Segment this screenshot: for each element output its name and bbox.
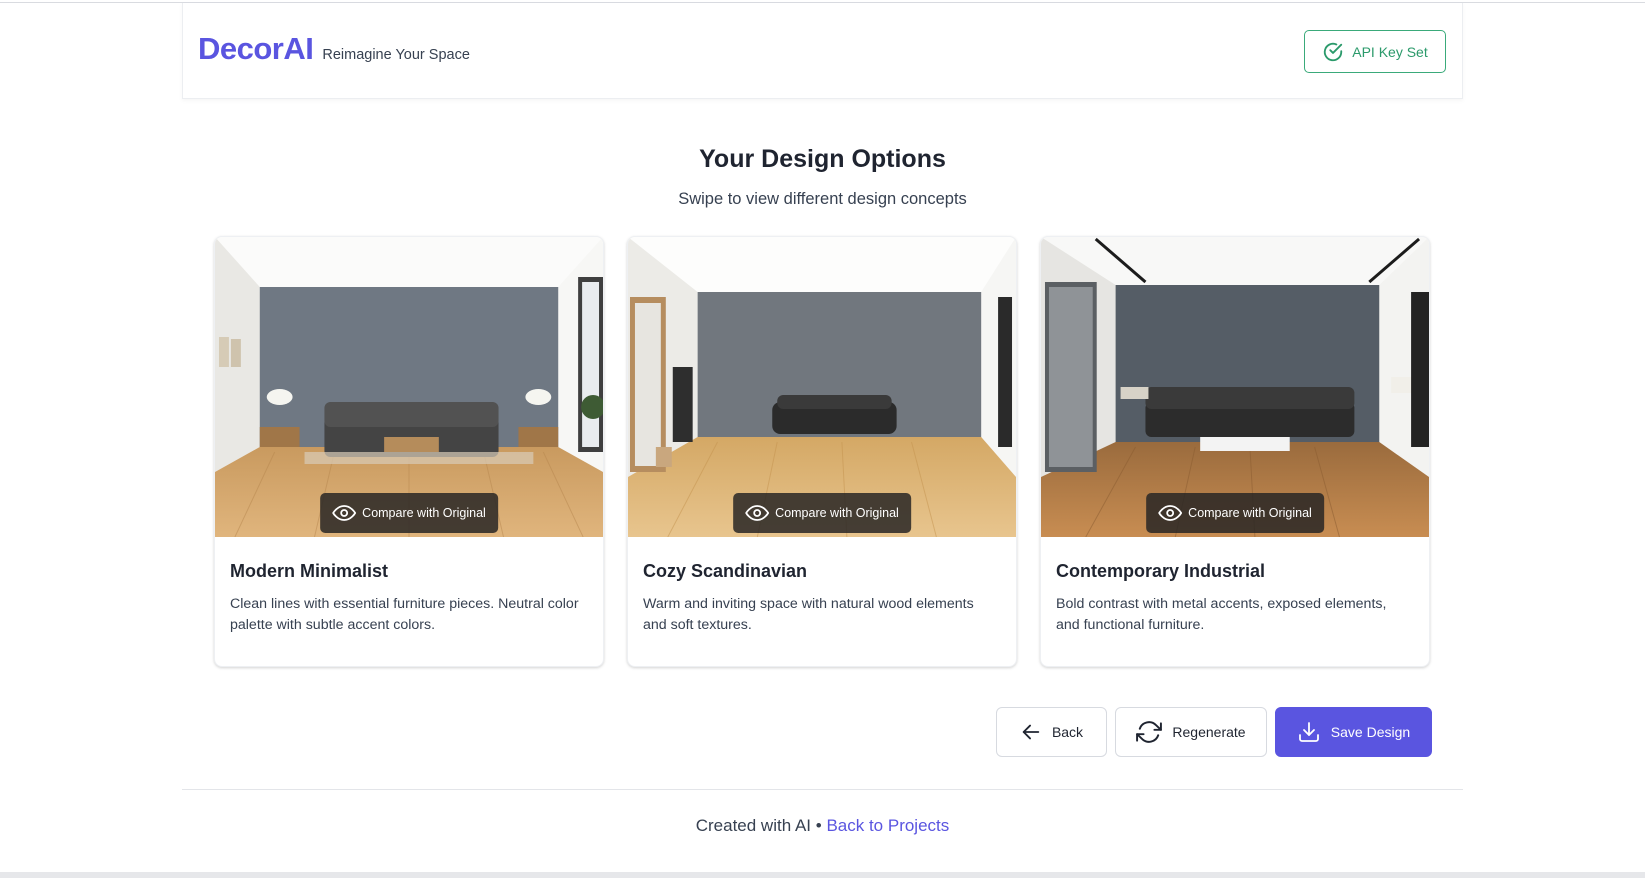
room-render-image [1041,237,1429,537]
design-title: Cozy Scandinavian [643,561,808,581]
regenerate-label: Regenerate [1172,724,1246,740]
compare-with-original-button[interactable]: Compare with Original [1146,493,1324,533]
compare-with-original-button[interactable]: Compare with Original [320,493,498,533]
design-description: Clean lines with essential furniture pie… [230,596,579,633]
back-to-projects-link[interactable]: Back to Projects [826,816,949,835]
room-render-image [215,237,603,537]
app-logo[interactable]: DecorAI [198,31,314,67]
eye-icon [745,505,770,521]
brand: DecorAI Reimagine Your Space [198,31,470,67]
design-card-contemporary-industrial[interactable]: Compare with Original Contemporary Indus… [1040,236,1430,667]
design-image[interactable]: Compare with Original [628,237,1016,537]
refresh-icon [1136,721,1163,743]
design-card-modern-minimalist[interactable]: Compare with Original Modern Minimalist … [214,236,604,667]
compare-label: Compare with Original [362,506,486,520]
design-title: Modern Minimalist [230,561,389,581]
regenerate-button[interactable]: Regenerate [1115,707,1267,757]
page-subtitle: Swipe to view different design concepts [678,190,967,208]
design-card-cozy-scandinavian[interactable]: Compare with Original Cozy Scandinavian … [627,236,1017,667]
back-label: Back [1051,724,1084,740]
save-design-label: Save Design [1330,724,1411,740]
footer-text: Created with AI • [695,816,822,835]
eye-icon [1158,505,1183,521]
back-button[interactable]: Back [996,707,1107,757]
design-image[interactable]: Compare with Original [215,237,603,537]
eye-icon [332,505,357,521]
save-design-button[interactable]: Save Design [1275,707,1432,757]
arrow-left-icon [1022,724,1040,740]
app-header: DecorAI Reimagine Your Space API Key Set [182,3,1463,99]
download-icon [1298,722,1319,742]
page-title: Your Design Options [699,145,946,173]
design-description: Bold contrast with metal accents, expose… [1056,596,1387,633]
api-key-status-label: API Key Set [1352,43,1428,60]
design-description: Warm and inviting space with natural woo… [643,596,974,633]
compare-with-original-button[interactable]: Compare with Original [733,493,911,533]
room-render-image [628,237,1016,537]
footer-divider [182,789,1463,790]
design-image[interactable]: Compare with Original [1041,237,1429,537]
app-footer: Created with AI • Back to Projects [0,816,1645,836]
check-circle-icon [1324,42,1343,61]
api-key-status-button[interactable]: API Key Set [1304,30,1446,73]
compare-label: Compare with Original [775,506,899,520]
compare-label: Compare with Original [1188,506,1312,520]
app-tagline: Reimagine Your Space [322,47,470,63]
design-title: Contemporary Industrial [1056,561,1266,581]
bottom-edge [0,872,1645,878]
